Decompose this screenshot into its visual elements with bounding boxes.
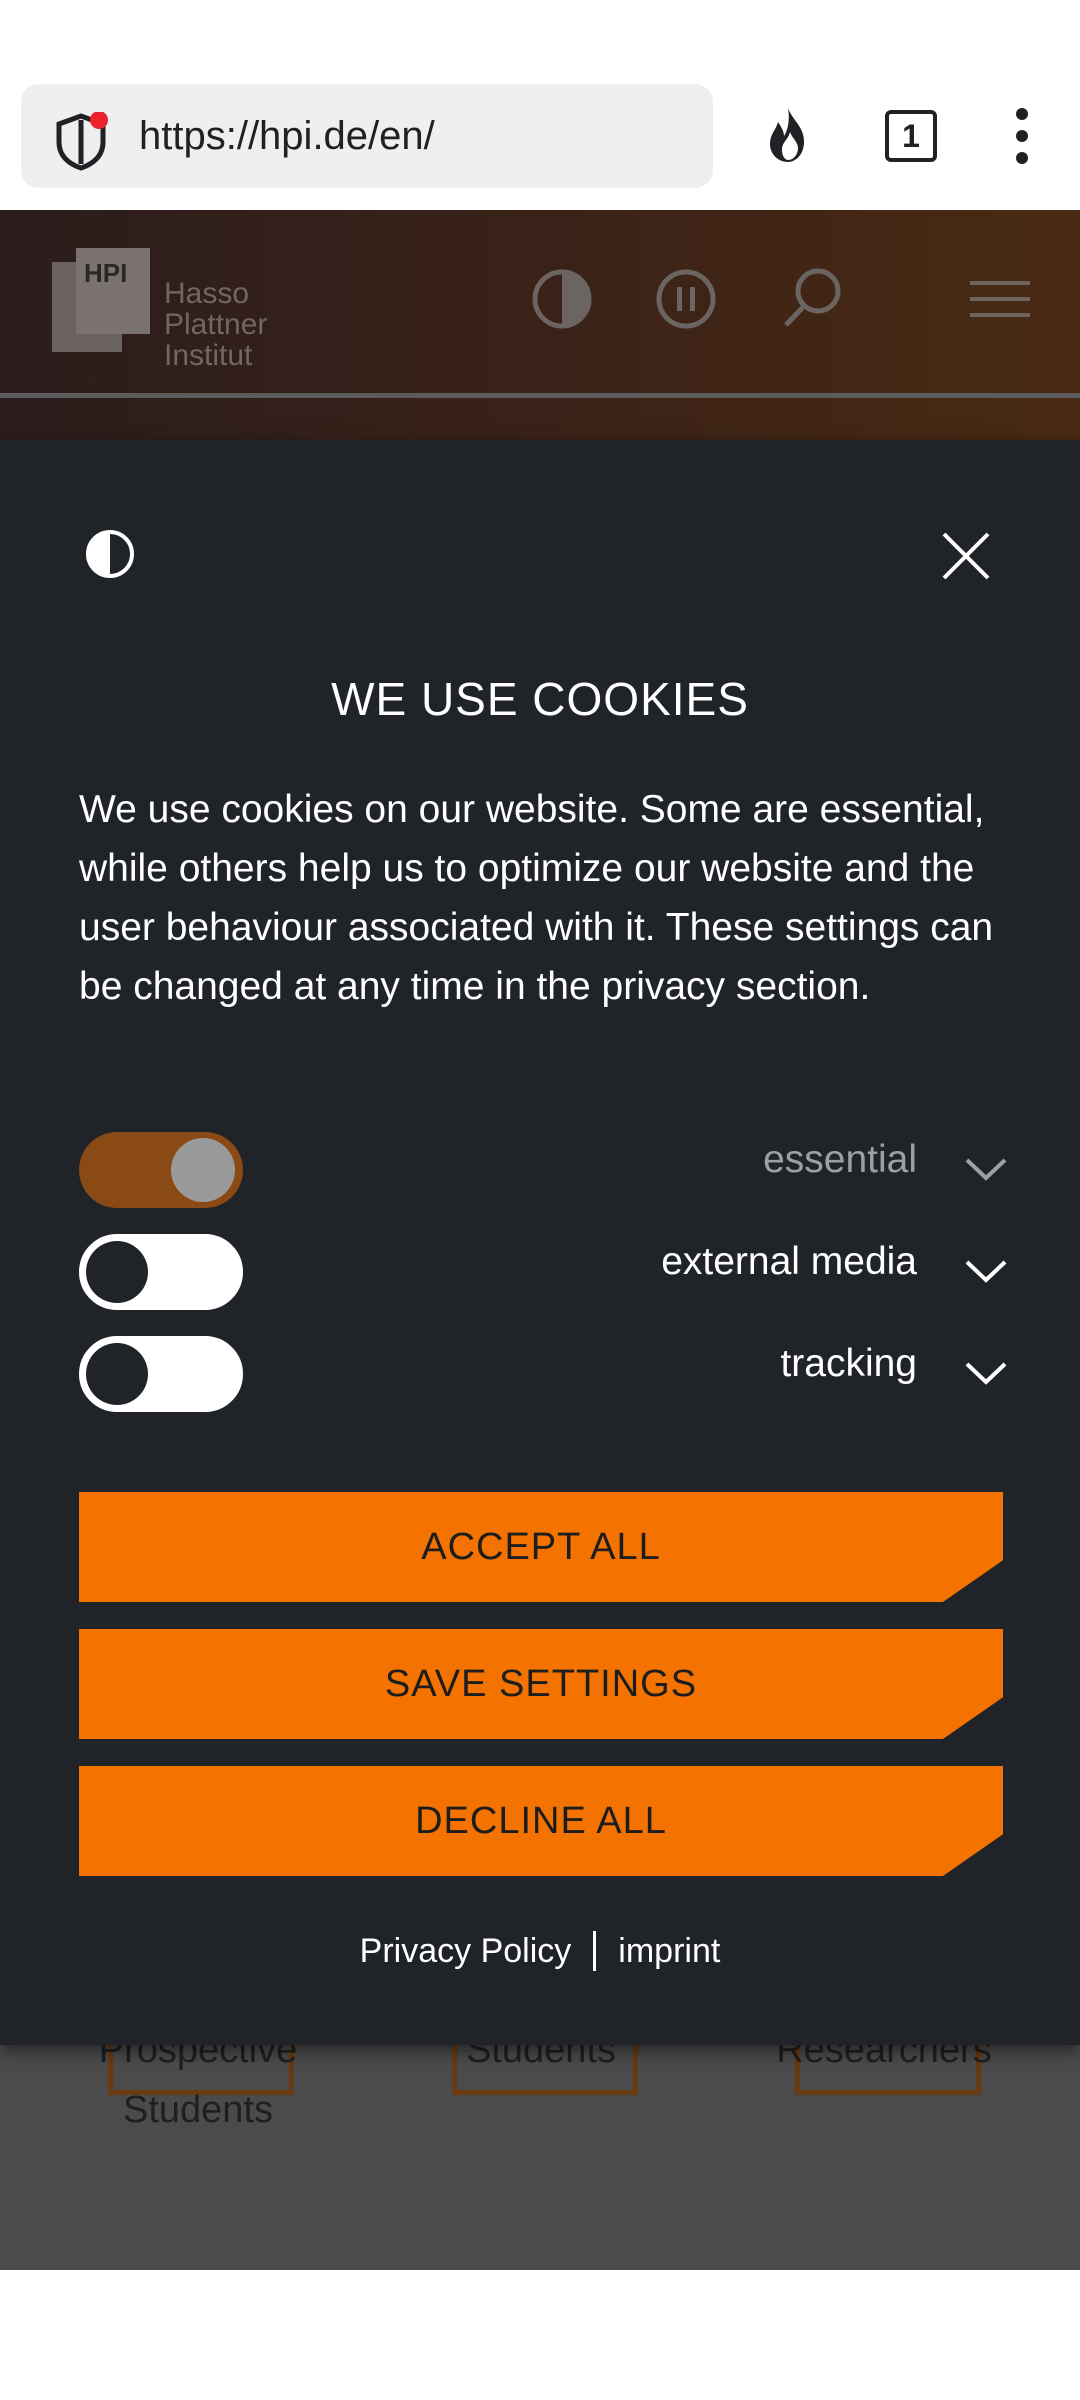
flame-icon[interactable]: [756, 104, 820, 168]
search-icon[interactable]: [778, 265, 846, 333]
external-media-toggle[interactable]: [79, 1234, 243, 1310]
toggle-knob: [171, 1138, 235, 1202]
more-icon[interactable]: [990, 104, 1054, 168]
header-divider: [0, 393, 1080, 398]
menu-icon[interactable]: [964, 265, 1032, 333]
cookie-row-tracking: tracking: [79, 1336, 1009, 1412]
logo-line: Plattner: [164, 308, 268, 341]
toggle-label: tracking: [780, 1342, 917, 1385]
contrast-toggle-icon[interactable]: [84, 528, 136, 580]
accept-all-button[interactable]: ACCEPT ALL: [79, 1492, 1003, 1602]
shield-icon[interactable]: [51, 112, 111, 172]
logo-abbr: HPI: [84, 258, 128, 288]
chevron-down-icon[interactable]: [963, 1350, 1009, 1396]
url-text[interactable]: https://hpi.de/en/: [139, 114, 435, 159]
cookie-row-external-media: external media: [79, 1234, 1009, 1310]
address-bar[interactable]: https://hpi.de/en/: [21, 84, 713, 188]
toggle-label: external media: [661, 1240, 917, 1283]
browser-toolbar: https://hpi.de/en/ 1: [0, 0, 1080, 210]
link-separator: [593, 1931, 597, 1972]
toggle-knob: [86, 1241, 148, 1303]
pause-icon[interactable]: [652, 265, 720, 333]
save-settings-button[interactable]: SAVE SETTINGS: [79, 1629, 1003, 1739]
logo-line: Hasso: [164, 277, 250, 310]
logo-line: Institut: [164, 339, 253, 372]
chevron-down-icon[interactable]: [963, 1248, 1009, 1294]
dialog-description: We use cookies on our website. Some are …: [79, 788, 994, 1008]
cookie-consent-dialog: WE USE COOKIES We use cookies on our web…: [0, 440, 1080, 2045]
decline-all-button[interactable]: DECLINE ALL: [79, 1766, 1003, 1876]
logo-wordmark: Hasso Plattner Institut: [164, 278, 267, 371]
imprint-link[interactable]: imprint: [618, 1932, 720, 1971]
tracking-toggle[interactable]: [79, 1336, 243, 1412]
dialog-footer-links: Privacy Policy imprint: [0, 1930, 1080, 1972]
contrast-icon[interactable]: [528, 265, 596, 333]
hpi-logo[interactable]: HPI Hasso Plattner Institut: [52, 248, 292, 371]
tab-count: 1: [902, 118, 920, 154]
tabs-icon[interactable]: 1: [885, 110, 937, 162]
close-icon[interactable]: [938, 528, 994, 584]
site-header: HPI Hasso Plattner Institut: [0, 210, 1080, 440]
essential-toggle[interactable]: [79, 1132, 243, 1208]
toggle-knob: [86, 1343, 148, 1405]
cookie-row-essential: essential: [79, 1132, 1009, 1208]
privacy-policy-link[interactable]: Privacy Policy: [360, 1932, 572, 1971]
toggle-label: essential: [763, 1138, 917, 1181]
dialog-title: WE USE COOKIES: [331, 673, 749, 725]
chevron-down-icon[interactable]: [963, 1146, 1009, 1192]
